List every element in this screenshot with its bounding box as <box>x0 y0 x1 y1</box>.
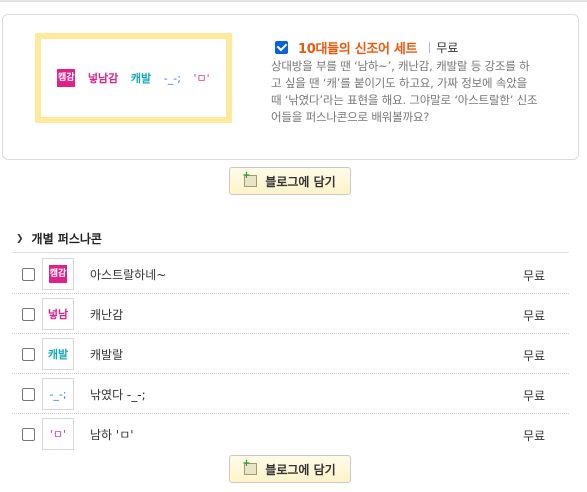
item-price: 무료 <box>523 269 546 283</box>
set-checkbox[interactable] <box>275 41 288 54</box>
emoticon-preview: 캠감 <box>57 69 76 87</box>
item-name: 캐난감 <box>90 308 124 322</box>
preview-strip: 캠감 넣남감 캐발 -_-; 'ㅁ' <box>41 39 226 117</box>
item-checkbox[interactable] <box>22 268 35 281</box>
list-item: 캠감 아스트랄하네~ 무료 <box>12 254 569 294</box>
item-price: 무료 <box>523 349 546 363</box>
emoticon-icon: 캐발 <box>47 347 69 361</box>
item-price: 무료 <box>523 309 546 323</box>
item-checkbox[interactable] <box>22 388 35 401</box>
emoticon-preview: 넣남감 <box>87 71 119 85</box>
section-header[interactable]: ❯ 개별 퍼스나콘 <box>16 230 102 247</box>
add-to-blog-label: 블로그에 담기 <box>265 462 336 477</box>
divider <box>429 42 431 53</box>
emoticon-thumbnail: 캠감 <box>42 258 74 290</box>
item-name: 낚였다 -_-; <box>90 388 146 402</box>
emoticon-icon: 캠감 <box>49 265 67 283</box>
add-to-blog-button-bottom[interactable]: 블로그에 담기 <box>229 455 351 483</box>
add-to-blog-button[interactable]: 블로그에 담기 <box>229 167 351 195</box>
item-name: 캐발랄 <box>90 348 124 362</box>
item-name: 아스트랄하네~ <box>90 268 167 282</box>
emoticon-preview: 'ㅁ' <box>193 71 210 85</box>
emoticon-thumbnail: 캐발 <box>42 338 74 370</box>
add-to-blog-label: 블로그에 담기 <box>265 174 336 189</box>
item-name: 남하 'ㅁ' <box>90 428 134 442</box>
emoticon-preview: -_-; <box>163 71 181 85</box>
set-description: 상대방을 부를 땐 ‘남하~’, 캐난감, 캐발랄 등 강조를 하고 싶을 땐 … <box>271 59 538 124</box>
emoticon-thumbnail: 넣남 <box>42 298 74 330</box>
item-price: 무료 <box>523 389 546 403</box>
add-blog-icon <box>242 170 258 187</box>
set-price: 무료 <box>436 41 459 55</box>
list-item: 'ㅁ' 남하 'ㅁ' 무료 <box>12 414 569 454</box>
emoticon-icon: 'ㅁ' <box>49 427 67 441</box>
emoticon-thumbnail: 'ㅁ' <box>42 418 74 450</box>
emoticon-icon: -_-; <box>49 387 67 401</box>
set-preview-image: 캠감 넣남감 캐발 -_-; 'ㅁ' <box>35 33 232 123</box>
emoticon-preview: 캐발 <box>130 71 152 85</box>
list-item: 캐발 캐발랄 무료 <box>12 334 569 374</box>
list-item: 넣남 캐난감 무료 <box>12 294 569 334</box>
chevron-right-icon: ❯ <box>16 233 24 244</box>
emoticon-thumbnail: -_-; <box>42 378 74 410</box>
item-checkbox[interactable] <box>22 428 35 441</box>
emoticon-icon: 넣남 <box>47 307 69 321</box>
set-title-row: 10대들의 신조어 세트 무료 <box>275 38 458 57</box>
section-divider <box>12 252 569 253</box>
item-checkbox[interactable] <box>22 308 35 321</box>
set-title[interactable]: 10대들의 신조어 세트 <box>298 38 418 57</box>
top-divider <box>0 0 587 2</box>
section-title: 개별 퍼스나콘 <box>31 232 102 246</box>
add-blog-icon <box>242 458 258 475</box>
list-item: -_-; 낚였다 -_-; 무료 <box>12 374 569 414</box>
item-checkbox[interactable] <box>22 348 35 361</box>
item-price: 무료 <box>523 429 546 443</box>
